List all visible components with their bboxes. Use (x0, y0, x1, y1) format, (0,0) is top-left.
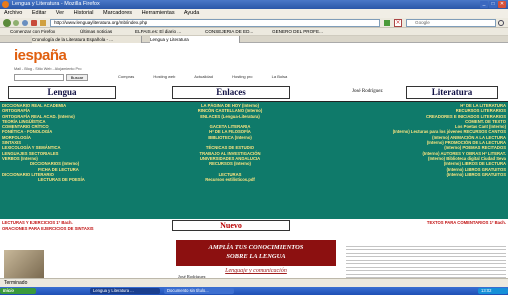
literatura-header: Literatura (431, 87, 473, 97)
portal-links[interactable]: Mail - Blog - Sitio Web - Alojamiento Pr… (14, 67, 81, 71)
banner-line-2: SOBRE LA LENGUA (226, 253, 286, 260)
firefox-icon (2, 1, 9, 8)
taskbar-item-document[interactable]: Documento sin título... (164, 288, 234, 294)
nuevo-label: Nuevo (220, 221, 242, 230)
author-name: José Rodríguez (352, 89, 383, 94)
banner-line-1: AMPLÍA TUS CONOCIMIENTOS (208, 244, 304, 251)
window-title: Lengua y Literatura - Mozilla Firefox (12, 1, 100, 7)
window-maximize-button[interactable]: □ (489, 1, 497, 8)
taskbar-item-firefox[interactable]: Lengua y Literatura ... (90, 288, 160, 294)
bookmark-item[interactable]: CONSEJERIA DE ED... (205, 28, 253, 36)
tab-lengua-literatura[interactable]: Lengua y Literatura (150, 36, 240, 43)
portal-nav-actualidad[interactable]: Actualidad (194, 74, 213, 79)
link-lecturas-ejercicios[interactable]: LECTURAS Y EJERCICIOS 1º Bach. (2, 220, 152, 225)
menu-marcadores[interactable]: Marcadores (103, 10, 132, 16)
bookmarks-toolbar: Comenzar con Firefox Últimas noticias EL… (0, 28, 508, 36)
menu-archivo[interactable]: Archivo (4, 10, 22, 16)
link-libros-gratuitos-2[interactable]: (Interno) LIBROS GRATUITOS (336, 172, 506, 177)
menu-ayuda[interactable]: Ayuda (184, 10, 200, 16)
portal-search-button[interactable]: Buscar (66, 74, 88, 81)
menu-ver[interactable]: Ver (56, 10, 64, 16)
separator-line (0, 101, 508, 102)
menu-editar[interactable]: Editar (32, 10, 46, 16)
bookmark-item[interactable]: ELPAIS.es: El diario ... (135, 28, 181, 36)
home-button[interactable] (40, 20, 46, 26)
portal-nav-hosting-pro[interactable]: Hosting pro (232, 74, 252, 79)
tab-cronologia[interactable]: Cronología de la Literatura Española - .… (32, 36, 142, 43)
window-title-bar: Lengua y Literatura - Mozilla Firefox ✕ … (0, 0, 508, 9)
window-minimize-button[interactable]: _ (480, 1, 488, 8)
bookmark-item[interactable]: GENERO DEL PROFE... (272, 28, 323, 36)
taskbar: Inicio Lengua y Literatura ... Documento… (0, 287, 508, 295)
menu-herramientas[interactable]: Herramientas (142, 10, 175, 16)
portal-nav-compras[interactable]: Compras (118, 74, 134, 79)
go-button[interactable] (384, 20, 390, 26)
address-bar[interactable]: http://www.lenguayliteratura.org/mb/inde… (50, 19, 380, 27)
lengua-links: DICCIONARIO REAL ACADEMIA ORTOGRAFÍA ORT… (2, 103, 142, 182)
address-text: http://www.lenguayliteratura.org/mb/inde… (54, 20, 148, 25)
reload-button[interactable] (22, 20, 28, 26)
back-button[interactable] (3, 19, 11, 27)
literatura-links: Hª DE LA LITERATURA RECURSOS LITERARIOS … (336, 103, 506, 177)
portal-nav-bolsa[interactable]: La Bolsa (272, 74, 288, 79)
text-block-right (346, 244, 506, 278)
portal-nav: Compras Hosting web Actualidad Hosting p… (118, 74, 287, 79)
window-close-button[interactable]: ✕ (498, 1, 506, 8)
status-text: Terminado (4, 280, 28, 286)
site-logo[interactable]: iespaña (14, 47, 67, 64)
link-recursos-pdf[interactable]: Recursos estilísticos.pdf (150, 177, 310, 182)
portal-nav-hosting[interactable]: Hosting web (153, 74, 175, 79)
start-button[interactable]: Inicio (0, 288, 36, 294)
portal-search-input[interactable] (14, 74, 64, 81)
enlaces-header: Enlaces (216, 87, 246, 97)
book-image (4, 250, 44, 278)
enlaces-links: LA PÁGINA DE HOY (Interno) RINCÓN CASTEL… (150, 103, 310, 182)
bookmark-item[interactable]: Comenzar con Firefox (10, 28, 55, 36)
link-poesia[interactable]: LECTURAS DE POESÍA (2, 177, 142, 182)
navigation-toolbar: http://www.lenguayliteratura.org/mb/inde… (0, 18, 508, 28)
link-textos-comentarios[interactable]: TEXTOS PARA COMENTARIOS 1º Bach. (336, 220, 506, 225)
stop-button[interactable] (31, 20, 37, 26)
search-icon[interactable] (498, 20, 504, 26)
close-icon[interactable]: × (394, 19, 402, 27)
tab-strip: Cronología de la Literatura Española - .… (0, 36, 508, 43)
forward-button[interactable] (13, 20, 19, 26)
search-input[interactable]: Google (406, 19, 496, 27)
bookmark-item[interactable]: Últimas noticias (80, 28, 112, 36)
lengua-header: Lengua (47, 87, 77, 97)
link-oraciones[interactable]: ORACIONES PARA EJERCICIOS DE SINTAXIS (2, 226, 162, 231)
status-bar: Terminado (0, 278, 508, 287)
menu-bar: Archivo Editar Ver Historial Marcadores … (0, 9, 508, 18)
menu-historial[interactable]: Historial (74, 10, 94, 16)
taskbar-clock: 13:02 (478, 288, 508, 294)
search-placeholder: Google (415, 20, 430, 25)
